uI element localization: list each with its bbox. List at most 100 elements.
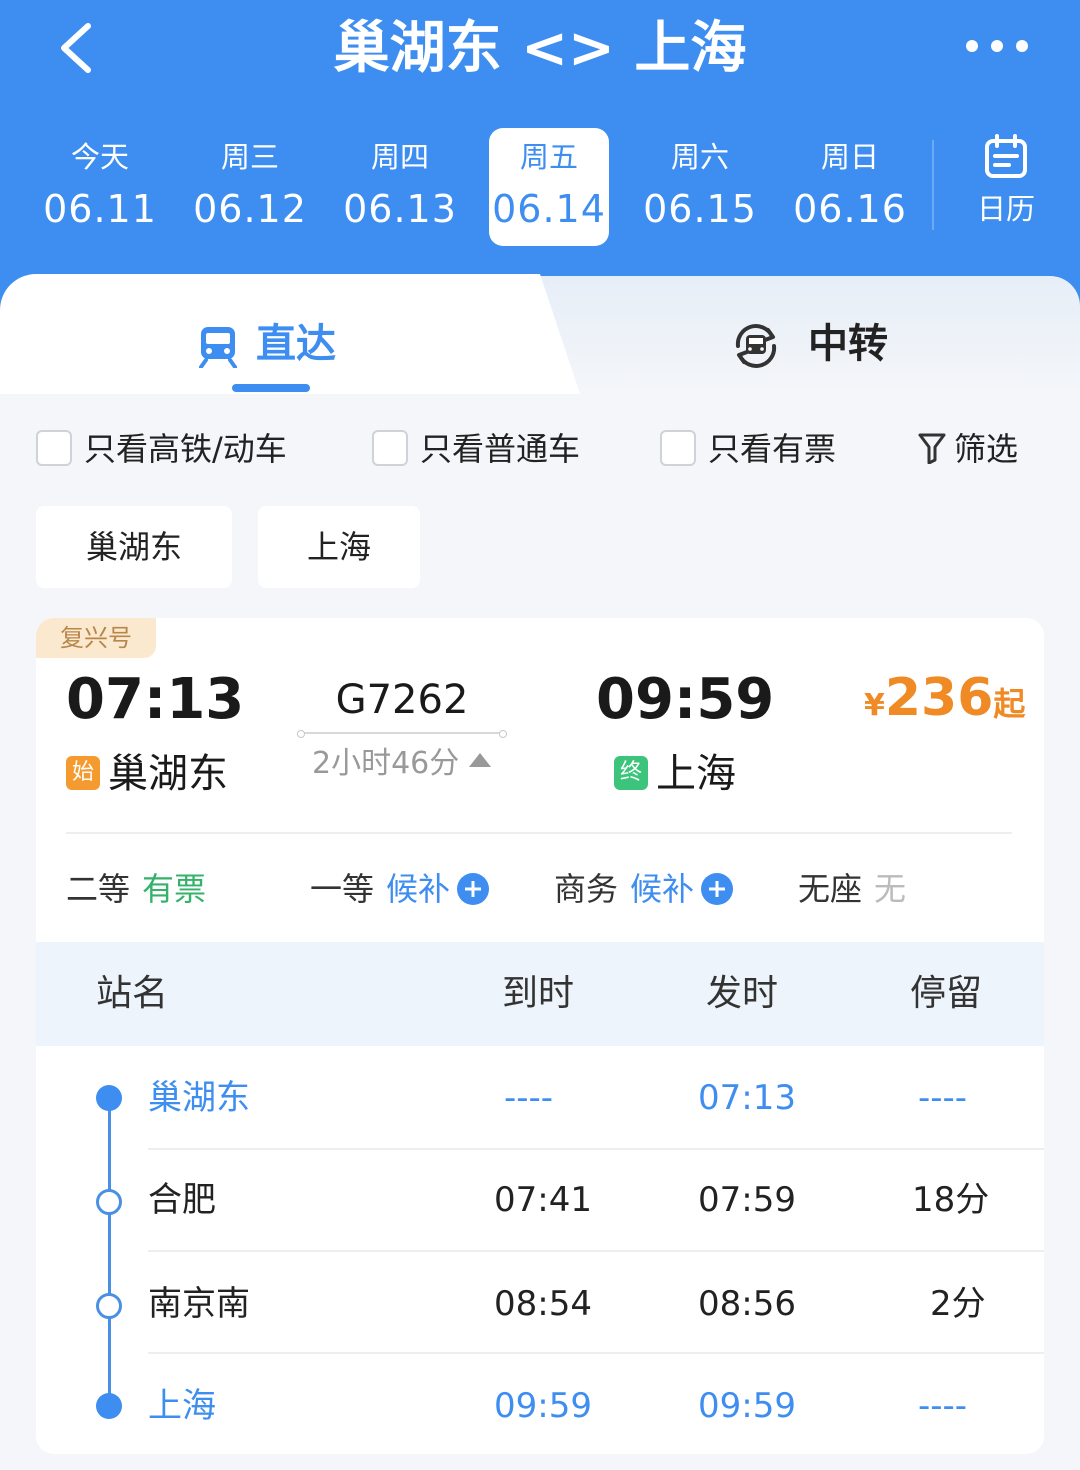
date-tab-weekday: 周三	[220, 140, 279, 174]
checkbox-normal-train[interactable]	[372, 430, 408, 466]
arrival-time: 09:59	[596, 667, 775, 732]
plus-circle-icon[interactable]	[456, 872, 490, 906]
checkbox-high-speed[interactable]	[36, 430, 72, 466]
col-header-stay: 停留	[910, 973, 983, 1014]
filter-button-label: 筛选	[954, 430, 1019, 468]
seat-class-label: 无座	[798, 870, 863, 908]
stop-depart: 08:56	[698, 1284, 796, 1324]
tab-transfer-label: 中转	[808, 321, 888, 367]
seat-status: 有票	[142, 870, 207, 908]
route-title: 巢湖东 <> 上海	[333, 16, 747, 81]
date-tab-date: 06.16	[793, 187, 907, 231]
price-suffix: 起	[993, 685, 1026, 723]
stop-depart: 07:59	[698, 1180, 796, 1220]
calendar-icon	[985, 134, 1027, 178]
stop-arrive: ----	[504, 1078, 554, 1118]
stop-depart: 07:13	[698, 1078, 796, 1118]
stop-name: 南京南	[148, 1284, 250, 1324]
stop-dot-filled	[96, 1085, 122, 1111]
price-symbol: ¥	[864, 688, 885, 723]
stop-stay: ----	[918, 1386, 968, 1426]
train-route-line	[297, 730, 507, 738]
calendar-button[interactable]: 日历	[966, 134, 1046, 234]
stop-name: 上海	[148, 1386, 216, 1426]
filter-normal-train-label: 只看普通车	[420, 430, 581, 468]
stop-dot-filled	[96, 1393, 122, 1419]
stop-name: 合肥	[148, 1180, 216, 1220]
duration-text: 2小时46分	[312, 746, 460, 781]
seat-status: 候补	[386, 870, 451, 908]
mode-tabs: 直达 中转	[0, 274, 1080, 394]
funnel-icon	[918, 433, 946, 464]
card-divider	[66, 832, 1012, 834]
stop-dot-hollow	[96, 1189, 122, 1215]
train-icon	[199, 327, 237, 368]
duration-toggle[interactable]: 2小时46分	[312, 742, 492, 786]
seat-first-class[interactable]: 一等 候补	[310, 866, 490, 912]
station-chip-to[interactable]: 上海	[258, 506, 420, 588]
tab-direct-label: 直达	[256, 321, 336, 367]
date-tab-date: 06.12	[193, 187, 307, 231]
stop-stay: 2分	[930, 1284, 986, 1324]
stop-name: 巢湖东	[148, 1078, 250, 1118]
seat-business-class[interactable]: 商务 候补	[554, 866, 734, 912]
table-row: 上海 09:59 09:59 ----	[36, 1354, 1044, 1454]
seat-class-label: 一等	[310, 870, 375, 908]
stop-stay: 18分	[912, 1180, 990, 1220]
stop-arrive: 09:59	[494, 1386, 592, 1426]
seat-status: 无	[874, 870, 907, 908]
date-tab-0613[interactable]: 周四 06.13	[340, 128, 460, 246]
date-tab-weekday: 今天	[70, 140, 129, 174]
transfer-train-icon	[735, 324, 777, 368]
date-tab-date: 06.13	[343, 187, 457, 231]
price-amount: 236	[884, 668, 994, 728]
date-tab-0615[interactable]: 周六 06.15	[640, 128, 760, 246]
date-tab-weekday: 周日	[820, 140, 879, 174]
checkbox-available[interactable]	[660, 430, 696, 466]
col-header-depart: 发时	[706, 973, 779, 1014]
date-divider	[932, 140, 934, 230]
seat-no-seat[interactable]: 无座无	[798, 866, 906, 912]
stop-dot-hollow	[96, 1293, 122, 1319]
calendar-label: 日历	[976, 192, 1035, 226]
station-chip-from[interactable]: 巢湖东	[36, 506, 232, 588]
tab-active-indicator	[232, 384, 310, 392]
filter-high-speed-label: 只看高铁/动车	[84, 430, 287, 468]
stop-arrive: 07:41	[494, 1180, 592, 1220]
train-type-badge: 复兴号	[36, 618, 156, 658]
stop-arrive: 08:54	[494, 1284, 592, 1324]
date-tab-date: 06.11	[43, 187, 157, 231]
date-tab-date: 06.15	[643, 187, 757, 231]
col-header-station: 站名	[96, 973, 169, 1014]
train-card[interactable]: 复兴号 07:13 G7262 2小时46分 09:59 ¥236起 始 巢湖东…	[36, 618, 1044, 1454]
caret-up-icon	[469, 753, 492, 767]
seat-status: 候补	[630, 870, 695, 908]
date-tab-weekday: 周六	[670, 140, 729, 174]
stop-stay: ----	[918, 1078, 968, 1118]
date-tab-weekday: 周五	[519, 140, 578, 174]
plus-circle-icon[interactable]	[700, 872, 734, 906]
stops-table-header: 站名 到时 发时 停留	[36, 942, 1044, 1046]
date-tab-0611[interactable]: 今天 06.11	[40, 128, 160, 246]
table-row: 合肥 07:41 07:59 18分	[36, 1148, 1044, 1252]
stop-depart: 09:59	[698, 1386, 796, 1426]
seat-class-label: 商务	[554, 870, 619, 908]
more-horizontal-icon[interactable]	[962, 36, 1032, 56]
seat-second-class[interactable]: 二等 有票	[66, 866, 206, 912]
table-row: 巢湖东 ---- 07:13 ----	[36, 1046, 1044, 1150]
date-tab-weekday: 周四	[370, 140, 429, 174]
departure-station: 巢湖东	[108, 751, 228, 797]
date-tab-0614[interactable]: 周五 06.14	[489, 128, 609, 246]
date-tab-date: 06.14	[492, 187, 606, 231]
date-tab-0612[interactable]: 周三 06.12	[190, 128, 310, 246]
price: ¥236起	[864, 668, 1025, 740]
arrival-station: 上海	[656, 751, 736, 797]
table-row: 南京南 08:54 08:56 2分	[36, 1252, 1044, 1356]
end-station-tag: 终	[614, 756, 648, 790]
train-number: G7262	[335, 677, 469, 723]
filter-available-label: 只看有票	[708, 430, 837, 468]
seat-class-label: 二等	[66, 870, 131, 908]
col-header-arrive: 到时	[502, 973, 575, 1014]
start-station-tag: 始	[66, 756, 100, 790]
date-tab-0616[interactable]: 周日 06.16	[790, 128, 910, 246]
